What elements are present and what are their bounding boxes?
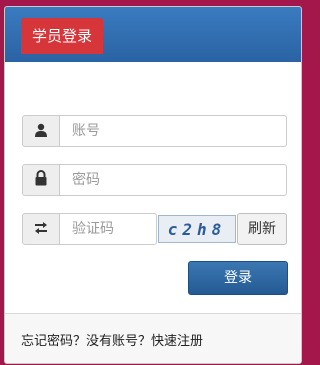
password-input[interactable] xyxy=(60,165,286,195)
no-account-text: 没有账号？ xyxy=(86,334,152,349)
password-addon xyxy=(22,164,60,196)
lock-icon xyxy=(34,170,48,190)
account-field-wrapper xyxy=(59,115,287,147)
captcha-row: c2h8 刷新 xyxy=(22,213,287,245)
user-icon xyxy=(34,122,48,141)
quick-register-link[interactable]: 快速注册 xyxy=(151,334,203,349)
account-row xyxy=(22,115,287,147)
captcha-image-text: c2h8 xyxy=(167,219,227,239)
captcha-field-wrapper xyxy=(59,213,157,245)
password-row xyxy=(22,164,287,196)
footer-links: 忘记密码？没有账号？快速注册 xyxy=(21,330,203,349)
panel-header: 学员登录 xyxy=(5,7,301,62)
account-input[interactable] xyxy=(60,116,286,146)
captcha-addon xyxy=(22,213,60,245)
account-addon xyxy=(22,115,60,147)
captcha-image[interactable]: c2h8 xyxy=(158,215,236,243)
captcha-input[interactable] xyxy=(60,214,156,244)
password-field-wrapper xyxy=(59,164,287,196)
login-button[interactable]: 登录 xyxy=(188,261,288,295)
login-panel: 学员登录 账号 验证码 c2h8 刷新 登录 忘记密码？没有账号？快速注册 xyxy=(4,6,302,364)
swap-arrows-icon xyxy=(33,220,49,239)
login-title-tab[interactable]: 学员登录 xyxy=(21,18,103,54)
forgot-password-link[interactable]: 忘记密码？ xyxy=(21,334,86,349)
panel-footer: 忘记密码？没有账号？快速注册 xyxy=(5,313,301,363)
refresh-captcha-button[interactable]: 刷新 xyxy=(237,213,287,245)
